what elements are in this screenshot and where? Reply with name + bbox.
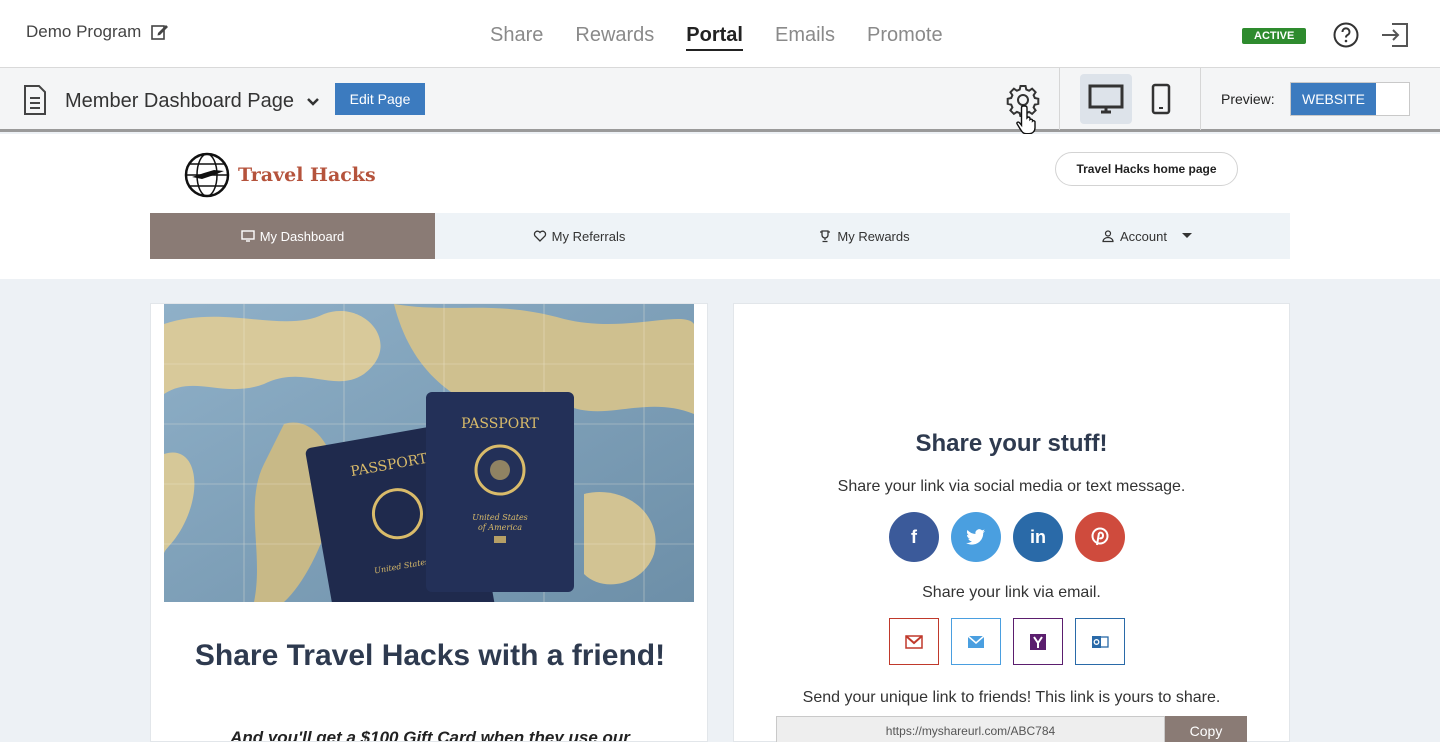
editor-toolbar: Member Dashboard Page Edit Page Preview:…	[0, 68, 1440, 135]
yahoo-icon	[1030, 633, 1046, 650]
share-title: Share your stuff!	[915, 430, 1108, 457]
nav-emails[interactable]: Emails	[775, 24, 835, 51]
share-url-input[interactable]	[776, 716, 1165, 742]
tab-my-dashboard[interactable]: My Dashboard	[150, 213, 435, 259]
yahoo-share-button[interactable]	[1013, 618, 1063, 665]
social-buttons: f in	[889, 512, 1125, 562]
caret-down-icon	[1181, 233, 1192, 238]
brand-name[interactable]: Travel Hacks	[238, 164, 376, 186]
twitter-icon	[966, 529, 985, 545]
tab-my-rewards[interactable]: My Rewards	[723, 213, 1005, 259]
copy-button[interactable]: Copy	[1165, 716, 1247, 742]
toolbar-divider	[1059, 68, 1060, 130]
program-title[interactable]: Demo Program	[26, 22, 169, 42]
unique-link-text: Send your unique link to friends! This l…	[802, 689, 1221, 706]
gmail-icon	[905, 634, 923, 649]
page-selector[interactable]: Member Dashboard Page	[65, 90, 320, 113]
help-icon[interactable]	[1333, 22, 1359, 48]
tab-account[interactable]: Account	[1005, 213, 1290, 259]
share-card: Share your stuff! Share your link via so…	[733, 303, 1290, 742]
passport-country-line1: United States	[472, 513, 528, 522]
user-icon	[1102, 230, 1114, 243]
desktop-view-button[interactable]	[1080, 74, 1132, 124]
top-bar: Demo Program Share Rewards Portal Emails…	[0, 0, 1440, 68]
email-buttons	[889, 618, 1125, 665]
tab-my-referrals[interactable]: My Referrals	[435, 213, 723, 259]
preview-toggle[interactable]: WEBSITE	[1290, 82, 1410, 116]
nav-promote[interactable]: Promote	[867, 24, 943, 51]
linkedin-share-button[interactable]: in	[1013, 512, 1063, 562]
email-share-button[interactable]	[951, 618, 1001, 665]
outlook-share-button[interactable]	[1075, 618, 1125, 665]
edit-page-button[interactable]: Edit Page	[335, 83, 425, 115]
home-page-link[interactable]: Travel Hacks home page	[1055, 152, 1238, 186]
globe-logo-icon	[184, 152, 230, 198]
passport-country-line2: of America	[478, 523, 522, 532]
tab-label: My Dashboard	[259, 228, 345, 244]
nav-portal[interactable]: Portal	[686, 24, 743, 51]
portal-tabs: My Dashboard My Referrals My Rewards Acc…	[150, 213, 1290, 259]
nav-rewards[interactable]: Rewards	[575, 24, 654, 51]
facebook-icon: f	[911, 526, 917, 547]
monitor-icon	[1088, 84, 1124, 114]
chevron-down-icon	[307, 97, 319, 106]
pinterest-icon	[1091, 527, 1109, 546]
status-badge: ACTIVE	[1242, 28, 1307, 44]
envelope-icon	[967, 634, 985, 648]
linkedin-icon: in	[1030, 526, 1046, 547]
social-share-text: Share your link via social media or text…	[837, 478, 1186, 495]
passport-map-image: PASSPORT United States PASSPORT United S…	[164, 304, 694, 602]
heart-icon	[533, 230, 546, 242]
promo-subtitle: And you'll get a $100 Gift Card when the…	[230, 728, 630, 742]
page-name: Member Dashboard Page	[65, 90, 295, 112]
main-nav: Share Rewards Portal Emails Promote	[490, 24, 943, 51]
trophy-icon	[820, 230, 831, 243]
twitter-share-button[interactable]	[951, 512, 1001, 562]
nav-share[interactable]: Share	[490, 24, 543, 51]
gmail-share-button[interactable]	[889, 618, 939, 665]
hand-cursor-icon	[1016, 105, 1036, 135]
tab-label: My Rewards	[837, 228, 910, 244]
preview-mode-label: WEBSITE	[1291, 83, 1376, 115]
site-header: Travel Hacks Travel Hacks home page My D…	[0, 134, 1440, 279]
toolbar-divider	[1200, 68, 1201, 130]
program-name: Demo Program	[26, 22, 142, 41]
document-icon	[24, 85, 46, 115]
edit-icon[interactable]	[151, 23, 169, 41]
mobile-view-button[interactable]	[1140, 74, 1182, 124]
share-url-row: Copy	[776, 716, 1247, 742]
promo-title: Share Travel Hacks with a friend!	[194, 639, 666, 672]
logout-icon[interactable]	[1380, 21, 1410, 49]
outlook-icon	[1092, 635, 1109, 648]
tab-label: My Referrals	[551, 228, 626, 244]
monitor-icon	[241, 230, 255, 242]
tab-label: Account	[1120, 228, 1167, 244]
share-promo-card: PASSPORT United States PASSPORT United S…	[150, 303, 708, 742]
pinterest-share-button[interactable]	[1075, 512, 1125, 562]
email-share-text: Share your link via email.	[922, 584, 1101, 601]
phone-icon	[1151, 83, 1171, 115]
facebook-share-button[interactable]: f	[889, 512, 939, 562]
preview-label: Preview:	[1221, 91, 1275, 107]
passport-back-text: PASSPORT	[461, 416, 539, 432]
